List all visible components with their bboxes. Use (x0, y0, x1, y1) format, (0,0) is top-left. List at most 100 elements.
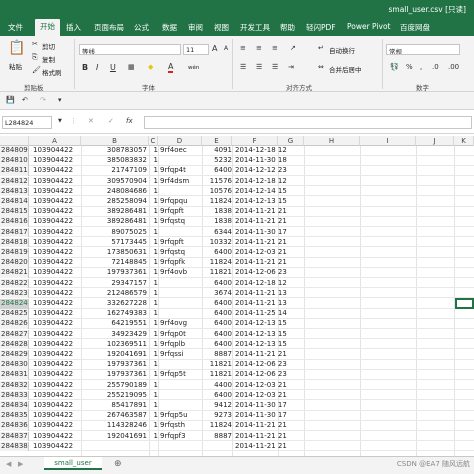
cell[interactable]: 255219095 (81, 391, 149, 401)
cell[interactable]: 2014-11-21 21 (232, 432, 292, 442)
cut-icon[interactable]: ✂ (32, 40, 38, 48)
row-number[interactable]: 284814 (0, 197, 29, 207)
cell[interactable]: 309570904 (81, 177, 149, 187)
cell[interactable]: 9rfqp4t (158, 166, 202, 176)
row-number[interactable]: 284820 (0, 258, 29, 268)
cell[interactable]: 1 (149, 299, 158, 309)
name-box[interactable]: L284824 (2, 116, 52, 129)
cell[interactable]: 2014-11-21 21 (232, 217, 292, 227)
cell[interactable]: 2014-11-21 21 (232, 207, 292, 217)
font-color-button[interactable]: A (168, 63, 174, 73)
align-middle-icon[interactable]: ≡ (256, 44, 262, 52)
row-number[interactable]: 284827 (0, 329, 29, 340)
cell[interactable]: 389286481 (81, 217, 149, 227)
cell[interactable]: 2014-12-06 23 (232, 360, 292, 370)
cell[interactable]: 2014-12-03 21 (232, 248, 292, 258)
cell[interactable]: 1 (149, 248, 158, 258)
cell[interactable]: 72148845 (81, 258, 149, 268)
cell[interactable]: 103904422 (29, 350, 81, 360)
cell[interactable]: 2014-12-06 23 (232, 370, 292, 380)
cell[interactable]: 1 (149, 197, 158, 207)
cell[interactable]: 11821 (202, 370, 232, 380)
column-header[interactable]: C (149, 136, 158, 146)
tab-data[interactable]: 数据 (162, 22, 177, 33)
paste-icon[interactable]: 📋 (8, 40, 25, 56)
cell[interactable]: 9rfqssi (158, 350, 202, 360)
tab-insert[interactable]: 插入 (66, 22, 81, 33)
cancel-icon[interactable]: ✕ (88, 117, 94, 125)
cell[interactable]: 6400 (202, 391, 232, 401)
row-number[interactable]: 284825 (0, 309, 29, 319)
cell[interactable]: 389286481 (81, 207, 149, 217)
cell[interactable]: 1 (149, 279, 158, 289)
row-number[interactable]: 284822 (0, 278, 29, 289)
wrap-text-button[interactable]: 自动换行 (329, 45, 355, 55)
cell[interactable]: 2014-12-18 12 (232, 146, 292, 156)
cell[interactable]: 1 (149, 309, 158, 319)
cell[interactable]: 2014-12-12 23 (232, 166, 292, 176)
cell[interactable]: 103904422 (29, 177, 81, 187)
column-header[interactable]: D (158, 136, 202, 146)
cell[interactable]: 9rfqp0t (158, 330, 202, 340)
cell[interactable]: 8887 (202, 350, 232, 360)
cell[interactable]: 103904422 (29, 319, 81, 329)
column-header[interactable]: G (278, 136, 304, 146)
cell[interactable]: 2014-11-21 21 (232, 442, 292, 452)
customize-toolbar-icon[interactable]: ▾ (58, 96, 62, 104)
fill-color-icon[interactable]: ◆ (148, 63, 153, 71)
cell[interactable]: 103904422 (29, 146, 81, 156)
cell[interactable]: 103904422 (29, 432, 81, 442)
cell[interactable]: 9rfqplb (158, 340, 202, 350)
row-number[interactable]: 284831 (0, 370, 29, 380)
indent-icon[interactable]: ⇥ (288, 63, 294, 71)
cell[interactable] (158, 289, 202, 299)
cell[interactable]: 9rfqsth (158, 421, 202, 431)
number-format-select[interactable]: 常规 (386, 44, 460, 55)
cell[interactable]: 1 (149, 330, 158, 340)
tab-page-layout[interactable]: 页面布局 (94, 22, 124, 33)
cell[interactable]: 2014-12-13 15 (232, 197, 292, 207)
phonetic-guide-button[interactable]: wén (188, 65, 199, 71)
cell[interactable]: 2014-11-21 21 (232, 350, 292, 360)
cell[interactable]: 2014-12-14 15 (232, 187, 292, 197)
tab-developer[interactable]: 开发工具 (240, 22, 270, 33)
cell[interactable]: 285258094 (81, 197, 149, 207)
cell[interactable]: 103904422 (29, 207, 81, 217)
cell[interactable]: 3674 (202, 289, 232, 299)
row-number[interactable]: 284809 (0, 146, 29, 156)
cell[interactable]: 1 (149, 258, 158, 268)
cell[interactable]: 192041691 (81, 350, 149, 360)
column-header[interactable]: J (416, 136, 454, 146)
cell[interactable]: 9rfqpfk (158, 258, 202, 268)
cell[interactable]: 2014-11-30 17 (232, 228, 292, 238)
cell[interactable]: 103904422 (29, 340, 81, 350)
column-header[interactable]: A (29, 136, 81, 146)
cell[interactable]: 10576 (202, 187, 232, 197)
cell[interactable]: 197937361 (81, 370, 149, 380)
cell[interactable]: 2014-12-06 23 (232, 268, 292, 278)
cell[interactable]: 212486579 (81, 289, 149, 299)
cell[interactable]: 103904422 (29, 156, 81, 166)
cell[interactable]: 8887 (202, 432, 232, 442)
tab-help[interactable]: 帮助 (280, 22, 295, 33)
cell[interactable] (202, 442, 232, 452)
row-number[interactable]: 284830 (0, 360, 29, 370)
cell[interactable]: 103904422 (29, 360, 81, 370)
cell[interactable]: 2014-11-30 17 (232, 401, 292, 411)
cell[interactable]: 103904422 (29, 258, 81, 268)
cell[interactable]: 103904422 (29, 391, 81, 401)
italic-button[interactable]: I (96, 63, 98, 72)
comma-style-icon[interactable]: , (420, 63, 422, 71)
cell[interactable]: 2014-11-21 21 (232, 258, 292, 268)
copy-button[interactable]: 复制 (42, 54, 55, 64)
name-box-dropdown-icon[interactable]: ▼ (58, 118, 62, 124)
cell[interactable]: 248084686 (81, 187, 149, 197)
cell[interactable]: 6400 (202, 309, 232, 319)
cell[interactable]: 103904422 (29, 228, 81, 238)
tab-formulas[interactable]: 公式 (134, 22, 149, 33)
cell[interactable]: 9rfqstq (158, 248, 202, 258)
underline-button[interactable]: U (110, 63, 116, 72)
cell[interactable]: 103904422 (29, 421, 81, 431)
cell[interactable]: 64219551 (81, 319, 149, 329)
cell[interactable] (158, 442, 202, 452)
